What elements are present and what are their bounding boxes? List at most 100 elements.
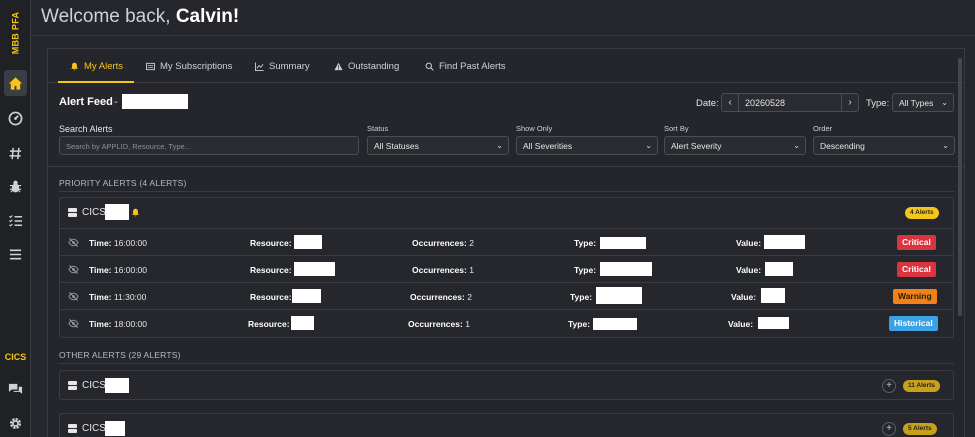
redacted-block <box>600 262 652 276</box>
date-prev-button[interactable]: ‹ <box>721 93 739 112</box>
settings-gear-icon[interactable] <box>4 410 27 436</box>
time-cell: Time: 16:00:00 <box>89 238 147 248</box>
brand-text: MBB PFA <box>10 11 21 55</box>
alert-row[interactable]: Time: 18:00:00 Resource: Occurrences: 1 … <box>60 309 953 336</box>
redacted-block <box>596 287 642 304</box>
type-select-value: All Types <box>899 98 934 108</box>
server-icon <box>68 208 77 217</box>
time-value: 18:00:00 <box>113 319 147 329</box>
redacted-block <box>758 317 789 329</box>
user-name: Calvin! <box>175 6 240 27</box>
redacted-block <box>765 262 793 276</box>
alert-count-badge: 5 Alerts <box>903 423 937 435</box>
chevron-left-icon: ‹ <box>728 97 732 108</box>
type-cell: Type: <box>574 238 596 248</box>
chevron-down-icon: ⌄ <box>942 141 949 150</box>
time-cell: Time: 16:00:00 <box>89 265 147 275</box>
home-icon[interactable] <box>4 70 27 96</box>
resource-cell: Resource: <box>250 292 292 302</box>
time-label: Time: <box>89 292 112 302</box>
group-header[interactable]: CICS + 5 Alerts <box>60 414 953 437</box>
tab-outstanding[interactable]: Outstanding <box>334 49 399 83</box>
scrollbar-thumb[interactable] <box>958 58 962 316</box>
order-label: Order <box>813 124 833 133</box>
alert-row[interactable]: Time: 11:30:00 Resource: Occurrences: 2 … <box>60 282 953 309</box>
expand-plus-icon[interactable]: + <box>882 422 896 436</box>
severity-badge: Critical <box>897 262 936 277</box>
redacted-block <box>294 262 335 276</box>
eye-off-icon[interactable] <box>68 318 79 329</box>
show-only-select[interactable]: All Severities ⌄ <box>516 136 658 155</box>
chart-icon <box>255 61 264 71</box>
eye-off-icon[interactable] <box>68 237 79 248</box>
tab-summary[interactable]: Summary <box>255 49 310 83</box>
alert-feed-dash: - <box>114 96 118 108</box>
show-only-select-value: All Severities <box>523 141 573 151</box>
alert-row[interactable]: Time: 16:00:00 Resource: Occurrences: 2 … <box>60 228 953 255</box>
app-root: MBB PFA CICS Welcome back, Calvin! My Al… <box>0 0 975 437</box>
bell-icon <box>71 62 78 70</box>
resource-label: Resource: <box>250 292 292 302</box>
tab-find-past-alerts[interactable]: Find Past Alerts <box>425 49 506 83</box>
redacted-block <box>764 235 805 249</box>
value-label: Value: <box>731 292 757 302</box>
occurrences-value: 1 <box>469 265 474 275</box>
type-label: Type: <box>574 238 597 248</box>
resource-label: Resource: <box>250 238 292 248</box>
order-select[interactable]: Descending ⌄ <box>813 136 955 155</box>
time-value: 16:00:00 <box>113 238 147 248</box>
search-input[interactable]: Search by APPLID, Resource, Type... <box>59 136 359 155</box>
chat-icon[interactable] <box>4 376 27 402</box>
dashboard-gauge-icon[interactable] <box>4 105 27 131</box>
time-cell: Time: 18:00:00 <box>89 319 147 329</box>
alert-count-badge: 11 Alerts <box>903 380 940 392</box>
brand-logo[interactable]: MBB PFA <box>4 8 26 58</box>
welcome-message: Welcome back, Calvin! <box>41 6 239 28</box>
eye-off-icon[interactable] <box>68 264 79 275</box>
menu-icon[interactable] <box>4 241 27 267</box>
checklist-icon[interactable] <box>4 207 27 233</box>
chevron-down-icon: ⌄ <box>496 141 503 150</box>
hash-icon[interactable] <box>4 140 27 166</box>
list-icon <box>146 62 155 70</box>
show-only-label: Show Only <box>516 124 553 133</box>
active-tab-indicator <box>58 81 134 83</box>
occurrences-cell: Occurrences: 2 <box>410 292 472 302</box>
time-label: Time: <box>89 319 112 329</box>
occurrences-value: 1 <box>465 319 470 329</box>
time-label: Time: <box>89 238 112 248</box>
tab-my-alerts[interactable]: My Alerts <box>70 49 123 83</box>
welcome-prefix: Welcome back, <box>41 6 171 27</box>
occurrences-value: 2 <box>469 238 474 248</box>
group-header[interactable]: CICS + 11 Alerts <box>60 371 953 401</box>
date-label: Date: <box>696 98 719 109</box>
value-cell: Value: <box>731 292 756 302</box>
chevron-down-icon: ⌄ <box>793 141 800 150</box>
group-name: CICS <box>82 423 106 434</box>
value-cell: Value: <box>736 265 761 275</box>
redacted-block <box>294 235 322 249</box>
sort-by-select[interactable]: Alert Severity ⌄ <box>664 136 806 155</box>
time-label: Time: <box>89 265 112 275</box>
other-alert-group: CICS + 11 Alerts <box>59 370 954 400</box>
date-input[interactable]: 20260528 <box>739 93 841 112</box>
bug-icon[interactable] <box>4 173 27 199</box>
type-select[interactable]: All Types ⌄ <box>892 93 954 112</box>
chevron-down-icon: ⌄ <box>645 141 652 150</box>
alerts-panel: My Alerts My Subscriptions Summary Outst… <box>47 48 965 437</box>
occurrences-label: Occurrences: <box>408 319 463 329</box>
resource-cell: Resource: <box>248 319 290 329</box>
group-header[interactable]: CICS 4 Alerts <box>60 198 953 228</box>
tab-label: Find Past Alerts <box>439 60 506 72</box>
eye-off-icon[interactable] <box>68 291 79 302</box>
expand-plus-icon[interactable]: + <box>882 379 896 393</box>
redacted-block <box>292 289 321 303</box>
chevron-down-icon: ⌄ <box>941 98 948 107</box>
priority-alerts-title: PRIORITY ALERTS (4 ALERTS) <box>59 178 187 188</box>
status-select[interactable]: All Statuses ⌄ <box>367 136 509 155</box>
redacted-block <box>761 288 785 303</box>
alert-row[interactable]: Time: 16:00:00 Resource: Occurrences: 1 … <box>60 255 953 282</box>
time-cell: Time: 11:30:00 <box>89 292 146 302</box>
tab-my-subscriptions[interactable]: My Subscriptions <box>146 49 232 83</box>
date-next-button[interactable]: › <box>841 93 859 112</box>
